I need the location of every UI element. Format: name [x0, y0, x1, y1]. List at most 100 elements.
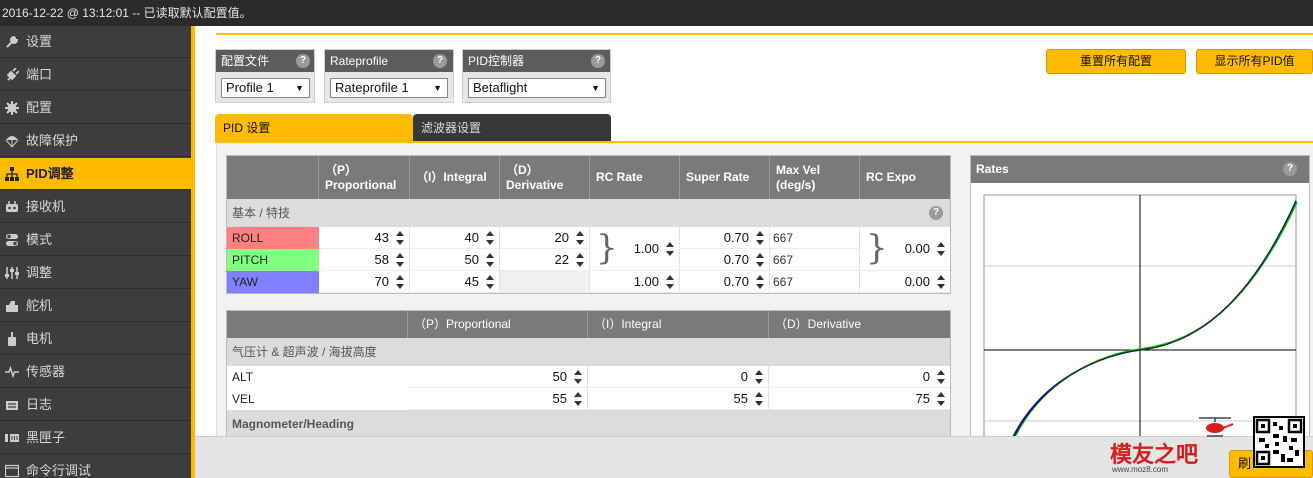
spinner-icon[interactable] [756, 274, 764, 290]
spinner-icon[interactable] [937, 369, 945, 385]
help-icon[interactable]: ? [433, 54, 447, 68]
roll-max-vel-value: 667 [773, 231, 794, 245]
spinner-icon[interactable] [756, 230, 764, 246]
row-label-alt: ALT [232, 370, 254, 384]
show-all-pids-button[interactable]: 显示所有PID值 [1196, 49, 1313, 74]
caret-down-icon: ▼ [591, 83, 600, 93]
sidebar-item-modes[interactable]: 模式 [0, 224, 191, 256]
roll-p-input[interactable]: 43 [319, 227, 410, 249]
roll-pitch-rc-rate-input[interactable]: } 1.00 [590, 227, 680, 271]
sidebar-item-configuration[interactable]: 配置 [0, 92, 191, 124]
help-icon[interactable]: ? [296, 54, 310, 68]
roll-d-value: 20 [554, 230, 569, 245]
pid-controller-select[interactable]: Betaflight ▼ [468, 78, 606, 98]
pitch-p-input[interactable]: 58 [319, 249, 410, 271]
pitch-d-input[interactable]: 22 [500, 249, 590, 271]
altitude-table-header: （P）Proportional （I）Integral （D）Derivativ… [227, 311, 950, 338]
vel-p-input[interactable]: 55 [408, 388, 588, 410]
roll-super-rate-input[interactable]: 0.70 [680, 227, 770, 249]
spinner-icon[interactable] [755, 369, 763, 385]
spinner-icon[interactable] [486, 252, 494, 268]
header-integral: （I）Integral [588, 311, 769, 338]
row-label-roll: ROLL [227, 227, 319, 249]
pulse-icon [5, 365, 19, 379]
spinner-icon[interactable] [396, 274, 404, 290]
sidebar-item-sensors[interactable]: 传感器 [0, 356, 191, 388]
reset-all-button[interactable]: 重置所有配置 [1046, 49, 1186, 74]
tab-pid-settings[interactable]: PID 设置 [215, 114, 413, 142]
gear-icon [5, 101, 19, 115]
pitch-i-input[interactable]: 50 [410, 249, 500, 271]
yaw-rc-rate-value: 1.00 [633, 274, 659, 289]
spinner-icon[interactable] [666, 274, 674, 290]
help-icon[interactable]: ? [1283, 162, 1297, 176]
status-bar: 2016-12-22 @ 13:12:01 -- 已读取默认配置值。 [0, 0, 1313, 26]
profile-select-value: Profile 1 [226, 80, 274, 95]
roll-pitch-rc-expo-value: 0.00 [904, 241, 930, 256]
sidebar-item-failsafe[interactable]: 故障保护 [0, 125, 191, 157]
sidebar-item-label: 模式 [26, 232, 53, 247]
rateprofile-select[interactable]: Rateprofile 1 ▼ [330, 78, 448, 98]
helicopter-logo-icon [1195, 414, 1235, 447]
sidebar-item-label: 电机 [26, 331, 53, 346]
alt-i-input[interactable]: 0 [588, 366, 769, 388]
spinner-icon[interactable] [574, 391, 582, 407]
parachute-icon [5, 134, 19, 148]
sidebar-item-ports[interactable]: 端口 [0, 59, 191, 91]
profile-select[interactable]: Profile 1 ▼ [221, 78, 310, 98]
roll-i-value: 40 [464, 230, 479, 245]
spinner-icon[interactable] [576, 230, 584, 246]
spinner-icon[interactable] [486, 230, 494, 246]
pitch-super-rate-input[interactable]: 0.70 [680, 249, 770, 271]
yaw-i-input[interactable]: 45 [410, 271, 500, 293]
spinner-icon[interactable] [396, 230, 404, 246]
yaw-p-input[interactable]: 70 [319, 271, 410, 293]
header-max-vel: Max Vel (deg/s) [770, 156, 860, 199]
section-title: 基本 / 特技 [232, 206, 291, 220]
yaw-super-rate-input[interactable]: 0.70 [680, 271, 770, 293]
header-rc-expo: RC Expo [866, 170, 917, 184]
vel-i-value: 55 [733, 391, 748, 406]
spinner-icon[interactable] [666, 241, 674, 257]
help-icon[interactable]: ? [929, 206, 943, 220]
tab-filter-settings[interactable]: 滤波器设置 [413, 114, 611, 142]
plug-icon [5, 68, 19, 82]
section-basic-acro: 基本 / 特技 ? [227, 199, 950, 227]
alt-p-input[interactable]: 50 [408, 366, 588, 388]
spinner-icon[interactable] [937, 274, 945, 290]
row-label-pitch: PITCH [227, 249, 319, 271]
spinner-icon[interactable] [576, 252, 584, 268]
spinner-icon[interactable] [937, 391, 945, 407]
sidebar-item-adjustments[interactable]: 调整 [0, 257, 191, 289]
yaw-rc-rate-input[interactable]: 1.00 [590, 271, 680, 293]
sidebar-item-blackbox[interactable]: 黑匣子 [0, 422, 191, 454]
sidebar-item-cli[interactable]: 命令行调试 [0, 455, 191, 478]
sidebar-item-servos[interactable]: 舵机 [0, 290, 191, 322]
roll-d-input[interactable]: 20 [500, 227, 590, 249]
alt-d-input[interactable]: 0 [769, 366, 950, 388]
spinner-icon[interactable] [396, 252, 404, 268]
header-super-rate: Super Rate [680, 156, 770, 199]
sidebar-item-logging[interactable]: 日志 [0, 389, 191, 421]
sidebar-item-receiver[interactable]: 接收机 [0, 191, 191, 223]
sidebar-item-pid-tuning[interactable]: PID调整 [0, 158, 191, 190]
sidebar-item-label: 接收机 [26, 199, 66, 214]
help-icon[interactable]: ? [591, 54, 605, 68]
spinner-icon[interactable] [574, 369, 582, 385]
sidebar-item-motors[interactable]: 电机 [0, 323, 191, 355]
sidebar-item-setup[interactable]: 设置 [0, 26, 191, 58]
switch-icon [5, 233, 19, 247]
vel-i-input[interactable]: 55 [588, 388, 769, 410]
spinner-icon[interactable] [486, 274, 494, 290]
yaw-rc-expo-input[interactable]: 0.00 [860, 271, 950, 293]
receiver-icon [5, 200, 19, 214]
content-top-accent [216, 33, 1313, 35]
header-d-prefix: （D） [506, 162, 539, 177]
spinner-icon[interactable] [937, 241, 945, 257]
roll-i-input[interactable]: 40 [410, 227, 500, 249]
vel-d-input[interactable]: 75 [769, 388, 950, 410]
roll-pitch-rc-expo-input[interactable]: } 0.00 [860, 227, 950, 271]
spinner-icon[interactable] [756, 252, 764, 268]
rates-curve-graph [983, 194, 1298, 439]
spinner-icon[interactable] [755, 391, 763, 407]
